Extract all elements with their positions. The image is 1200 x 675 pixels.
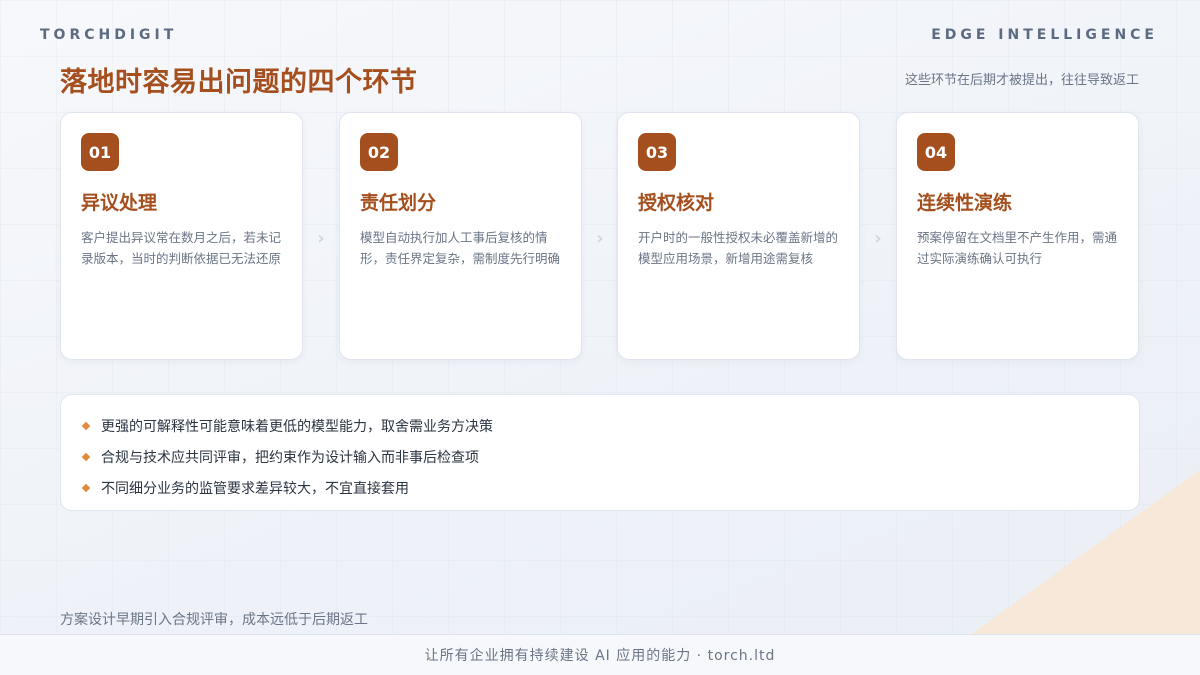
step-number-badge: 04 (917, 133, 955, 171)
step-cards: 01 异议处理 客户提出异议常在数月之后，若未记录版本，当时的判断依据已无法还原… (60, 112, 1140, 362)
chevron-right-icon: › (317, 228, 325, 249)
key-point-text: 合规与技术应共同评审，把约束作为设计输入而非事后检查项 (101, 449, 479, 466)
step-card-4: 04 连续性演练 预案停留在文档里不产生作用，需通过实际演练确认可执行 (896, 112, 1139, 360)
key-point-item: 更强的可解释性可能意味着更低的模型能力，取舍需业务方决策 (81, 410, 1117, 441)
step-card-1: 01 异议处理 客户提出异议常在数月之后，若未记录版本，当时的判断依据已无法还原 (60, 112, 303, 360)
step-card-2: 02 责任划分 模型自动执行加人工事后复核的情形，责任界定复杂，需制度先行明确 (339, 112, 582, 360)
step-title: 异议处理 (81, 192, 158, 214)
step-card-3: 03 授权核对 开户时的一般性授权未必覆盖新增的模型应用场景，新增用途需复核 (617, 112, 860, 360)
chevron-right-icon: › (596, 228, 604, 249)
diamond-bullet-icon (81, 452, 91, 461)
step-title: 责任划分 (360, 192, 437, 214)
step-number-badge: 01 (81, 133, 119, 171)
key-point-item: 合规与技术应共同评审，把约束作为设计输入而非事后检查项 (81, 441, 1117, 472)
step-description: 模型自动执行加人工事后复核的情形，责任界定复杂，需制度先行明确 (360, 230, 561, 266)
step-title: 连续性演练 (917, 192, 1013, 214)
diamond-bullet-icon (81, 483, 91, 492)
page-subtitle: 这些环节在后期才被提出，往往导致返工 (904, 73, 1139, 88)
bottom-bar-text: 让所有企业拥有持续建设 AI 应用的能力 · torch.ltd (424, 648, 776, 664)
step-description: 客户提出异议常在数月之后，若未记录版本，当时的判断依据已无法还原 (81, 230, 282, 266)
chevron-right-icon: › (874, 228, 882, 249)
brand-logo-text: TORCHDIGIT (40, 27, 178, 43)
step-number-badge: 02 (360, 133, 398, 171)
brand-tagline: EDGE INTELLIGENCE (931, 27, 1158, 43)
step-number-badge: 03 (638, 133, 676, 171)
key-point-text: 不同细分业务的监管要求差异较大，不宜直接套用 (101, 480, 409, 497)
step-title: 授权核对 (638, 192, 715, 214)
key-point-text: 更强的可解释性可能意味着更低的模型能力，取舍需业务方决策 (101, 418, 493, 435)
step-description: 预案停留在文档里不产生作用，需通过实际演练确认可执行 (917, 230, 1118, 266)
step-description: 开户时的一般性授权未必覆盖新增的模型应用场景，新增用途需复核 (638, 230, 839, 266)
footer-note: 方案设计早期引入合规评审，成本远低于后期返工 (60, 612, 368, 628)
bottom-bar: 让所有企业拥有持续建设 AI 应用的能力 · torch.ltd (0, 634, 1200, 675)
key-points-panel: 更强的可解释性可能意味着更低的模型能力，取舍需业务方决策 合规与技术应共同评审，… (60, 394, 1140, 511)
key-point-item: 不同细分业务的监管要求差异较大，不宜直接套用 (81, 472, 1117, 503)
page-title: 落地时容易出问题的四个环节 (60, 67, 418, 98)
diamond-bullet-icon (81, 421, 91, 430)
